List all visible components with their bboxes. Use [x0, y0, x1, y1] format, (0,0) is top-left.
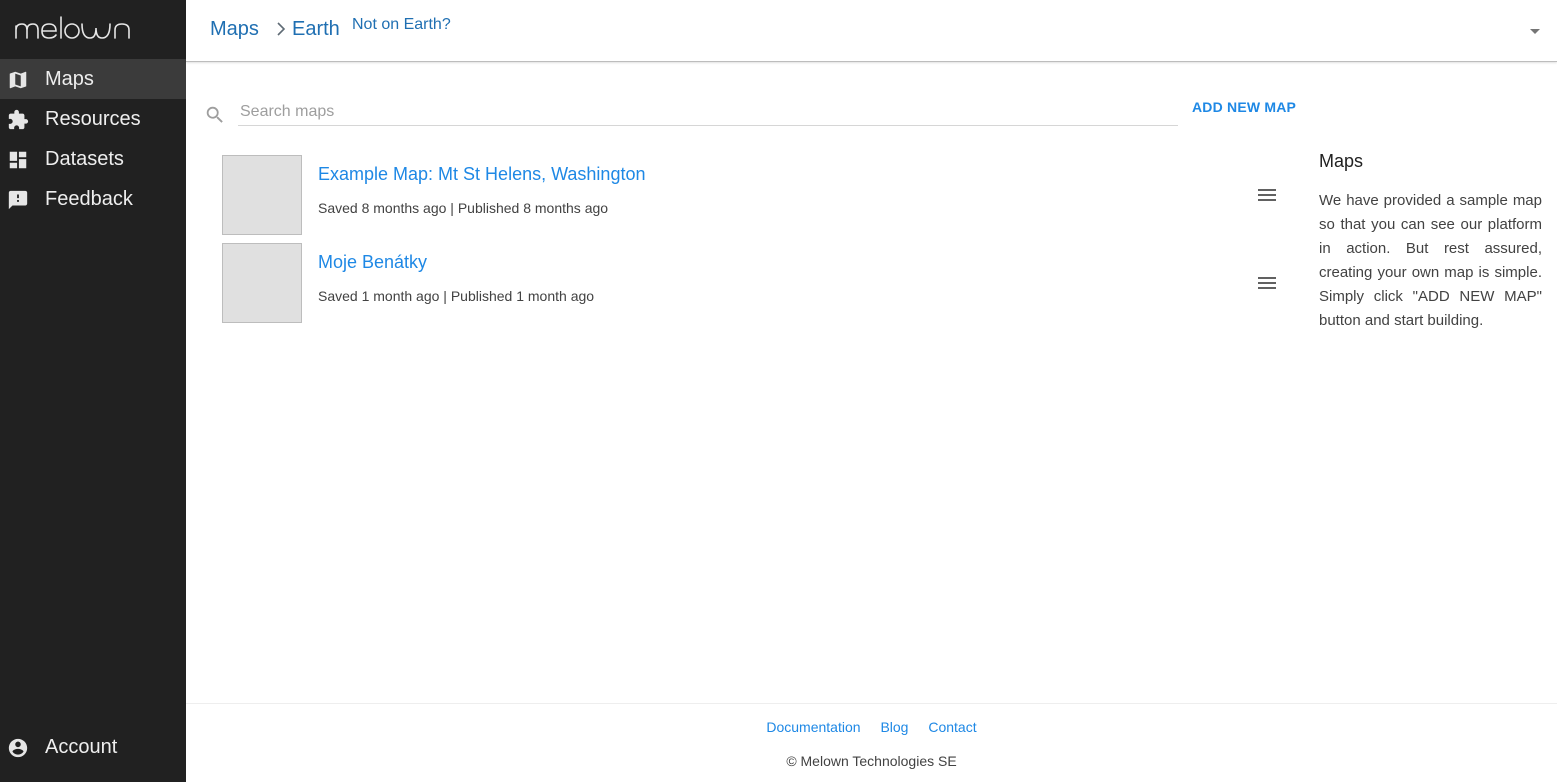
map-thumbnail[interactable]: [222, 243, 302, 323]
info-panel-title: Maps: [1319, 151, 1364, 171]
sidebar-item-account[interactable]: Account: [0, 727, 186, 767]
puzzle-icon: [8, 109, 29, 130]
sidebar-item-label: Datasets: [45, 148, 124, 170]
map-title-link[interactable]: Example Map: Mt St Helens, Washington: [318, 163, 645, 185]
footer-links: Documentation Blog Contact: [186, 718, 1557, 736]
dashboard-icon: [9, 151, 27, 169]
copyright-text: © Melown Technologies SE: [786, 753, 957, 769]
map-status: Saved 8 months ago | Published 8 months …: [318, 200, 609, 216]
chevron-right-icon: [277, 22, 286, 36]
documentation-link[interactable]: Documentation: [766, 719, 860, 735]
sidebar-item-maps[interactable]: Maps: [0, 59, 186, 99]
contact-link[interactable]: Contact: [928, 719, 976, 735]
sidebar-item-datasets[interactable]: Datasets: [0, 139, 186, 179]
list-item: Moje Benátky Saved 1 month ago | Publish…: [222, 243, 1287, 323]
search-input[interactable]: [238, 98, 1178, 126]
map-thumbnail[interactable]: [222, 155, 302, 235]
sidebar-item-resources[interactable]: Resources: [0, 99, 186, 139]
menu-icon[interactable]: [1256, 185, 1278, 205]
breadcrumb-maps[interactable]: Maps: [210, 17, 259, 41]
sidebar-item-feedback[interactable]: Feedback: [0, 179, 186, 219]
not-on-earth-link[interactable]: Not on Earth?: [352, 15, 451, 35]
menu-icon[interactable]: [1256, 273, 1278, 293]
sidebar-item-label: Feedback: [45, 188, 133, 210]
melown-logo[interactable]: [14, 14, 138, 44]
sidebar-item-label: Maps: [45, 68, 94, 90]
sidebar-item-label: Resources: [45, 108, 141, 130]
footer: Documentation Blog Contact © Melown Tech…: [186, 703, 1557, 782]
list-item: Example Map: Mt St Helens, Washington Sa…: [222, 155, 1287, 235]
sidebar: Maps Resources Datasets Feedback Account: [0, 0, 186, 782]
search-icon: [206, 106, 223, 123]
blog-link[interactable]: Blog: [880, 719, 908, 735]
add-new-map-button[interactable]: ADD NEW MAP: [1192, 98, 1296, 116]
map-title-link[interactable]: Moje Benátky: [318, 251, 427, 273]
chevron-down-icon[interactable]: [1527, 24, 1543, 38]
map-icon: [9, 71, 27, 89]
account-circle-icon: [8, 738, 28, 758]
breadcrumb-earth[interactable]: Earth: [292, 17, 340, 41]
info-panel-text: We have provided a sample map so that yo…: [1319, 192, 1542, 329]
top-header: Maps Earth Not on Earth?: [186, 0, 1557, 62]
map-status: Saved 1 month ago | Published 1 month ag…: [318, 288, 595, 304]
feedback-icon: [8, 190, 28, 210]
sidebar-item-label: Account: [45, 736, 118, 758]
